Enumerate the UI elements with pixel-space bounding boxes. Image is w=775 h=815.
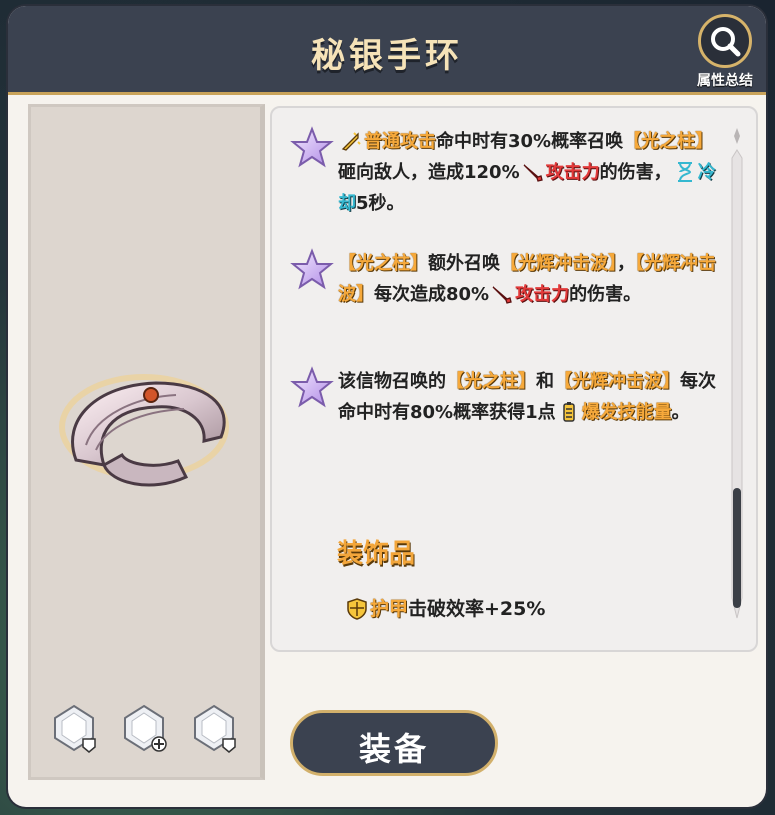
effect-text-part: 攻击力: [545, 162, 600, 183]
search-icon: [698, 14, 752, 68]
shield-icon: [346, 598, 368, 620]
decoration-stat: 护甲击破效率+25%: [344, 594, 545, 621]
effect-text-part: 【光之柱】: [338, 253, 428, 274]
bracelet-image: [59, 374, 229, 487]
gem-slot-1[interactable]: [49, 703, 99, 753]
effect-text-part: 爆发技能量: [581, 402, 672, 423]
decoration-stat-value: 击破效率+25%: [408, 598, 546, 620]
effect-text-part: 该信物召唤的: [338, 371, 446, 392]
effect-text-part: 和: [536, 371, 554, 392]
star-icon: [290, 366, 334, 410]
description-box[interactable]: 普通攻击命中时有30%概率召唤【光之柱】砸向敌人，造成120% 攻击力的伤害， 冷却…: [270, 106, 758, 652]
effect-text-part: 【光之柱】: [446, 371, 536, 392]
title-bar: 秘银手环 属性总结: [8, 6, 766, 95]
gem-icon: [54, 704, 96, 753]
effect-text-part: 【光之柱】: [623, 131, 714, 152]
star-icon: [290, 126, 334, 170]
sword-icon: [340, 130, 362, 152]
gem-slot-3[interactable]: [189, 703, 239, 753]
hourglass-icon: [674, 161, 696, 183]
effect-text-part: 5秒。: [356, 193, 405, 214]
effect-text-part: 的伤害。: [569, 284, 642, 305]
effect-text: 【光之柱】额外召唤【光辉冲击波】，【光辉冲击波】每次造成80% 攻击力的伤害。: [338, 248, 718, 310]
effect-text-part: 。: [671, 402, 690, 423]
gem-icon: [124, 704, 167, 752]
attack-icon: [522, 161, 544, 183]
gem-slot-2[interactable]: [119, 703, 169, 753]
effect-text: 普通攻击命中时有30%概率召唤【光之柱】砸向敌人，造成120% 攻击力的伤害， 冷却…: [338, 126, 718, 219]
scrollbar-thumb: [733, 488, 741, 608]
effect-text-part: 普通攻击: [364, 131, 436, 152]
effect-text-part: 【光辉冲击波】: [500, 253, 617, 274]
effect-text-part: 120%: [464, 162, 520, 183]
equip-button-label: 装备: [358, 730, 429, 768]
item-detail-panel: 秘银手环 属性总结 普通攻击命中时有30%概率召唤【光之柱】砸向敌人，造成120…: [8, 6, 766, 807]
effect-text-part: 每次造成80%: [374, 284, 490, 305]
effect-text-part: 命中时有30%概率召唤: [436, 131, 624, 152]
effect-text-part: ，: [617, 253, 635, 274]
effect-text-part: 额外召唤: [428, 253, 500, 274]
decoration-stat-label: 护甲: [370, 598, 409, 620]
effect-text-part: 【光辉冲击波】: [554, 371, 680, 392]
effect-text: 该信物召唤的【光之柱】和【光辉冲击波】每次命中时有80%概率获得1点 爆发技能量。: [338, 366, 718, 428]
effect-text-part: 的伤害，: [599, 162, 672, 183]
decoration-title: 装饰品: [337, 539, 416, 569]
attribute-summary-button[interactable]: 属性总结: [690, 14, 760, 90]
effect-text-part: 攻击力: [515, 284, 570, 305]
gem-slots: [49, 703, 249, 763]
energy-icon: [558, 401, 580, 423]
equip-button[interactable]: 装备: [290, 710, 498, 776]
attribute-summary-label: 属性总结: [697, 73, 753, 89]
attack-icon: [491, 283, 513, 305]
effect-text-part: 砸向敌人，造成: [338, 162, 464, 183]
star-icon: [290, 248, 334, 292]
item-title: 秘银手环: [311, 36, 463, 76]
scrollbar[interactable]: [730, 128, 744, 628]
item-preview-column: [28, 104, 265, 780]
gem-icon: [194, 704, 236, 753]
